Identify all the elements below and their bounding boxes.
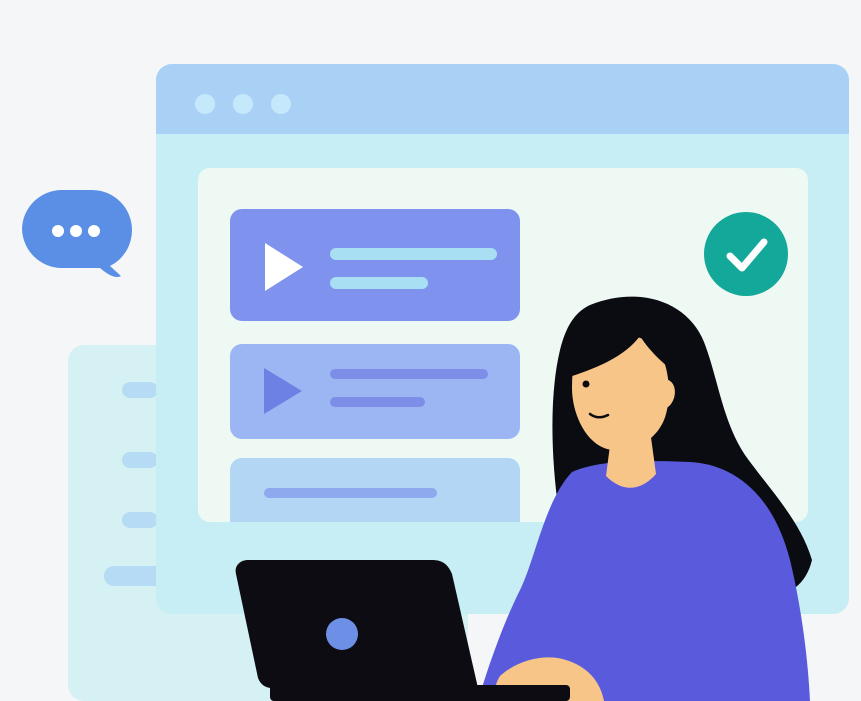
- chat-dot: [52, 225, 64, 237]
- card-title-line: [264, 488, 437, 498]
- card-title-line: [330, 248, 497, 260]
- video-card: [230, 209, 520, 321]
- window-dot-icon: [195, 94, 215, 114]
- sidebar-line: [122, 382, 158, 398]
- laptop-base: [270, 685, 570, 701]
- window-dot-icon: [271, 94, 291, 114]
- video-card: [230, 344, 520, 439]
- window-titlebar: [156, 64, 849, 134]
- sidebar-line: [122, 512, 158, 528]
- chat-dot: [88, 225, 100, 237]
- online-learning-illustration: [22, 64, 849, 701]
- chat-dot: [70, 225, 82, 237]
- window-dot-icon: [233, 94, 253, 114]
- eye: [582, 380, 590, 388]
- text-card: [230, 458, 520, 522]
- chat-bubble-icon: [22, 189, 133, 277]
- check-circle-icon: [704, 212, 788, 296]
- illustration-stage: [0, 0, 861, 701]
- laptop-logo-icon: [326, 618, 358, 650]
- sidebar-line: [122, 452, 158, 468]
- card-subtitle-line: [330, 397, 425, 407]
- card-subtitle-line: [330, 277, 428, 289]
- card-title-line: [330, 369, 488, 379]
